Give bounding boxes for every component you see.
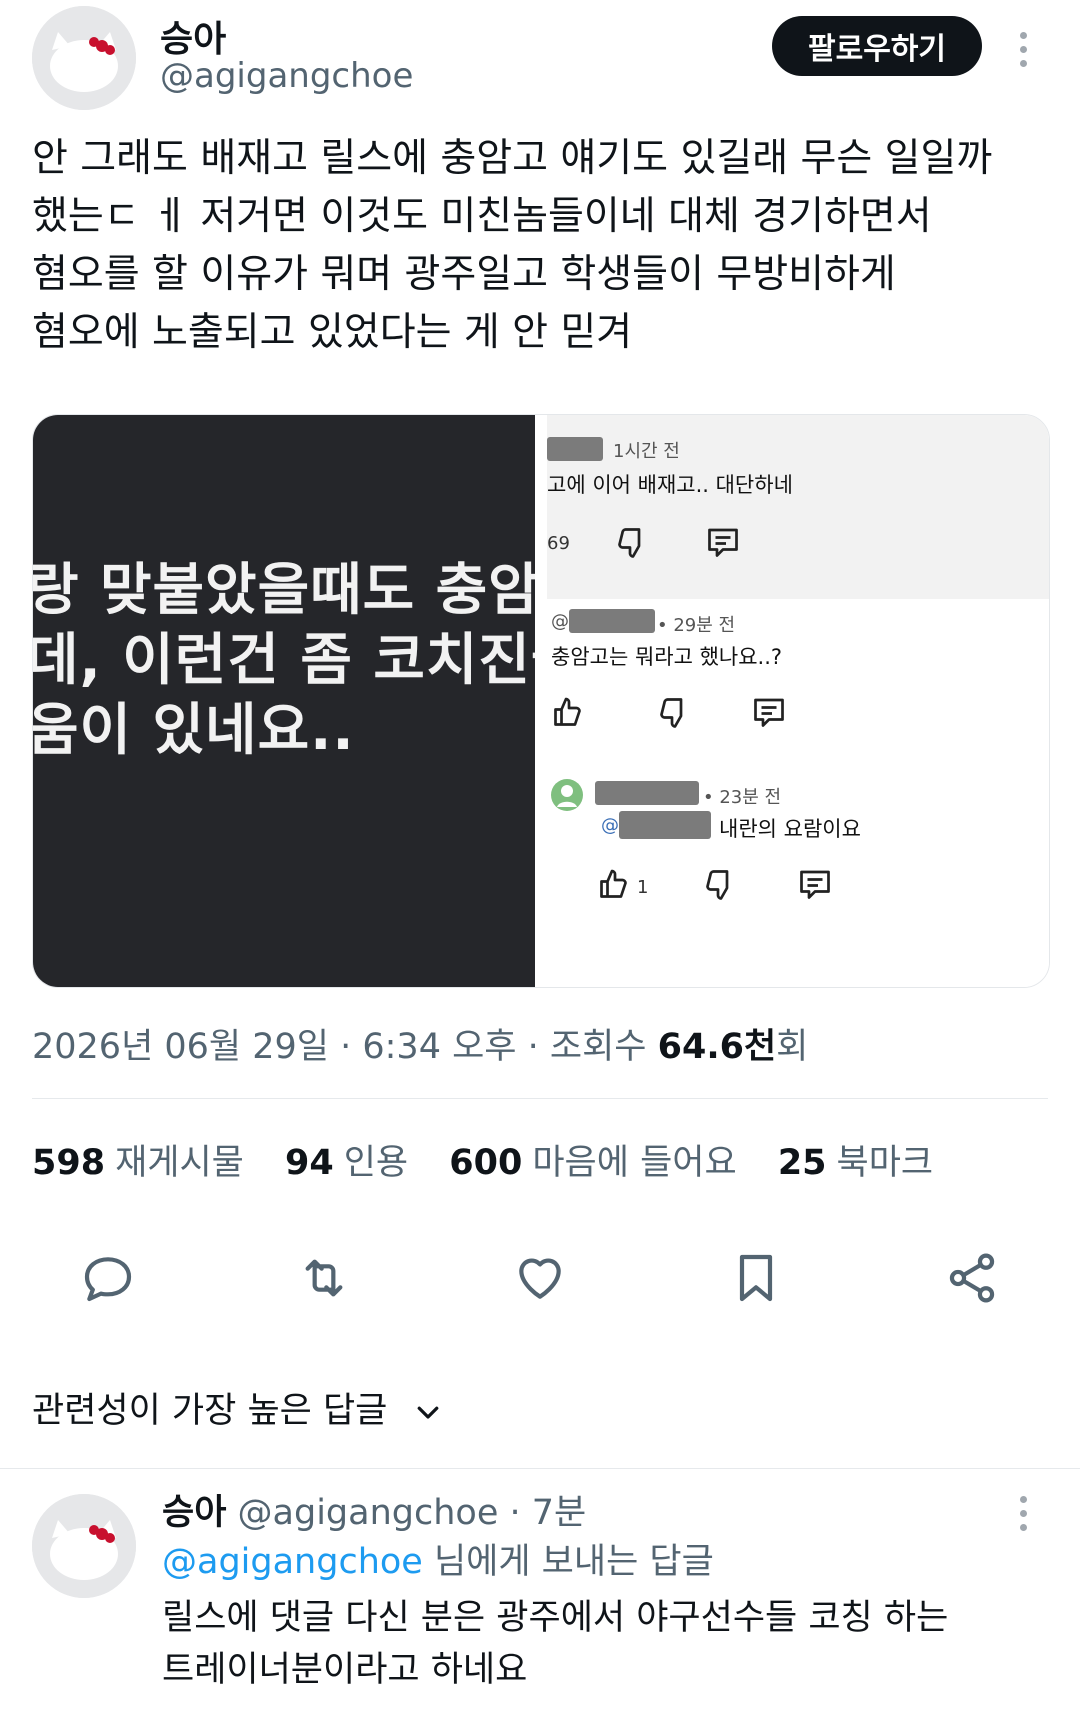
media-caption-line: 움이 있네요.. (33, 698, 355, 763)
media-image-left[interactable]: 랑 맞붙았을때도 충암 데, 이런건 좀 코치진들 움이 있네요.. (33, 415, 535, 987)
comment-time: • 23분 전 (703, 787, 782, 808)
reply-time[interactable]: · 7분 (510, 1493, 587, 1533)
comment-text: 내란의 요람이요 (719, 817, 861, 841)
reply-text: 릴스에 댓글 다신 분은 광주에서 야구선수들 코칭 하는 트레이너분이라고 하… (162, 1592, 948, 1696)
thumb-up-icon (600, 869, 627, 898)
media-image-right[interactable]: 1시간 전 고에 이어 배재고.. 대단하네 69 @ • 29분 전 충암고는… (547, 415, 1049, 987)
quotes-stat[interactable]: 94 인용 (285, 1143, 408, 1183)
reply-header: 승아 @agigangchoe · 7분 (162, 1484, 586, 1535)
likes-stat[interactable]: 600 마음에 들어요 (449, 1143, 736, 1183)
comment-time: • 29분 전 (657, 615, 736, 636)
follow-button[interactable]: 팔로우하기 (772, 16, 982, 76)
comment-icon (754, 698, 784, 727)
divider (0, 1468, 1080, 1469)
reply-text-line: 트레이너분이라고 하네요 (162, 1650, 528, 1690)
reply-to-suffix: 님에게 보내는 답글 (422, 1542, 714, 1582)
blurred-username (619, 811, 711, 839)
reply-avatar[interactable] (32, 1494, 136, 1598)
comment-likes: 69 (547, 533, 570, 554)
reply-to-line: @agigangchoe 님에게 보내는 답글 (162, 1536, 714, 1588)
retweets-stat[interactable]: 598 재게시물 (32, 1143, 244, 1183)
comment-text: 고에 이어 배재고.. 대단하네 (547, 473, 793, 497)
blurred-username (569, 609, 655, 633)
avatar-image (32, 1494, 136, 1598)
blurred-username (547, 437, 603, 461)
tweet-text-line: 혐오에 노출되고 있었다는 게 안 믿겨 (32, 310, 633, 355)
media-caption-line: 랑 맞붙았을때도 충암 (33, 558, 535, 623)
tweet-text-line: 했는ㄷ ㅔ 저거면 이것도 미친놈들이네 대체 경기하면서 (32, 194, 932, 239)
avatar[interactable] (32, 6, 136, 110)
reply-sort-selector[interactable]: 관련성이 가장 높은 답글 (32, 1382, 443, 1433)
comment-likes: 1 (637, 877, 649, 898)
reply-author-name[interactable]: 승아 (162, 1493, 226, 1533)
avatar-image (32, 6, 136, 110)
bookmark-icon[interactable] (728, 1250, 784, 1306)
retweet-icon[interactable] (296, 1250, 352, 1306)
thumb-up-icon (554, 697, 581, 726)
comment-time: 1시간 전 (613, 441, 680, 462)
comment-mention: @ (601, 815, 619, 836)
blurred-username (595, 781, 699, 805)
comment-1: 1시간 전 고에 이어 배재고.. 대단하네 69 (547, 415, 1049, 599)
like-icon[interactable] (512, 1250, 568, 1306)
more-icon[interactable] (1016, 32, 1030, 67)
more-icon[interactable] (1016, 1496, 1030, 1531)
reply-icon[interactable] (80, 1250, 136, 1306)
sort-label: 관련성이 가장 높은 답글 (32, 1391, 388, 1431)
view-count: 64.6천 (657, 1027, 777, 1067)
author-handle[interactable]: @agigangchoe (160, 56, 413, 96)
thumb-down-icon (660, 698, 683, 728)
engagement-stats: 598 재게시물 94 인용 600 마음에 들어요 25 북마크 (32, 1134, 933, 1185)
tweet-text: 안 그래도 배재고 릴스에 충암고 얘기도 있길래 무슨 일일까 했는ㄷ ㅔ 저… (32, 130, 1032, 362)
author-name[interactable]: 승아 (160, 10, 226, 62)
bookmarks-stat[interactable]: 25 북마크 (778, 1143, 933, 1183)
reply-text-line: 릴스에 댓글 다신 분은 광주에서 야구선수들 코칭 하는 (162, 1598, 949, 1638)
tweet-text-line: 안 그래도 배재고 릴스에 충암고 얘기도 있길래 무슨 일일까 (32, 136, 993, 181)
comment-icon (708, 528, 738, 557)
commenter-avatar (551, 779, 583, 811)
tweet-text-line: 혐오를 할 이유가 뭐며 광주일고 학생들이 무방비하게 (32, 252, 896, 297)
reply-to-handle[interactable]: @agigangchoe (162, 1542, 423, 1582)
comment-mention: @ (551, 611, 569, 632)
share-icon[interactable] (944, 1250, 1000, 1306)
media-caption-line: 데, 이런건 좀 코치진들 (33, 628, 535, 693)
thumb-down-icon (618, 528, 641, 558)
reply-author-handle[interactable]: @agigangchoe (238, 1493, 499, 1533)
tweet-meta: 2026년 06월 29일 · 6:34 오후 · 조회수 64.6천회 (32, 1018, 808, 1069)
view-suffix: 회 (776, 1027, 809, 1067)
tweet-media[interactable]: 랑 맞붙았을때도 충암 데, 이런건 좀 코치진들 움이 있네요.. 1시간 전… (32, 414, 1050, 988)
comment-icon (800, 870, 830, 899)
thumb-down-icon (706, 870, 729, 900)
divider (32, 1098, 1048, 1099)
chevron-down-icon (417, 1406, 438, 1419)
tweet-timestamp[interactable]: 2026년 06월 29일 · 6:34 오후 · 조회수 (32, 1027, 658, 1067)
comment-text: 충암고는 뭐라고 했나요..? (551, 645, 783, 669)
